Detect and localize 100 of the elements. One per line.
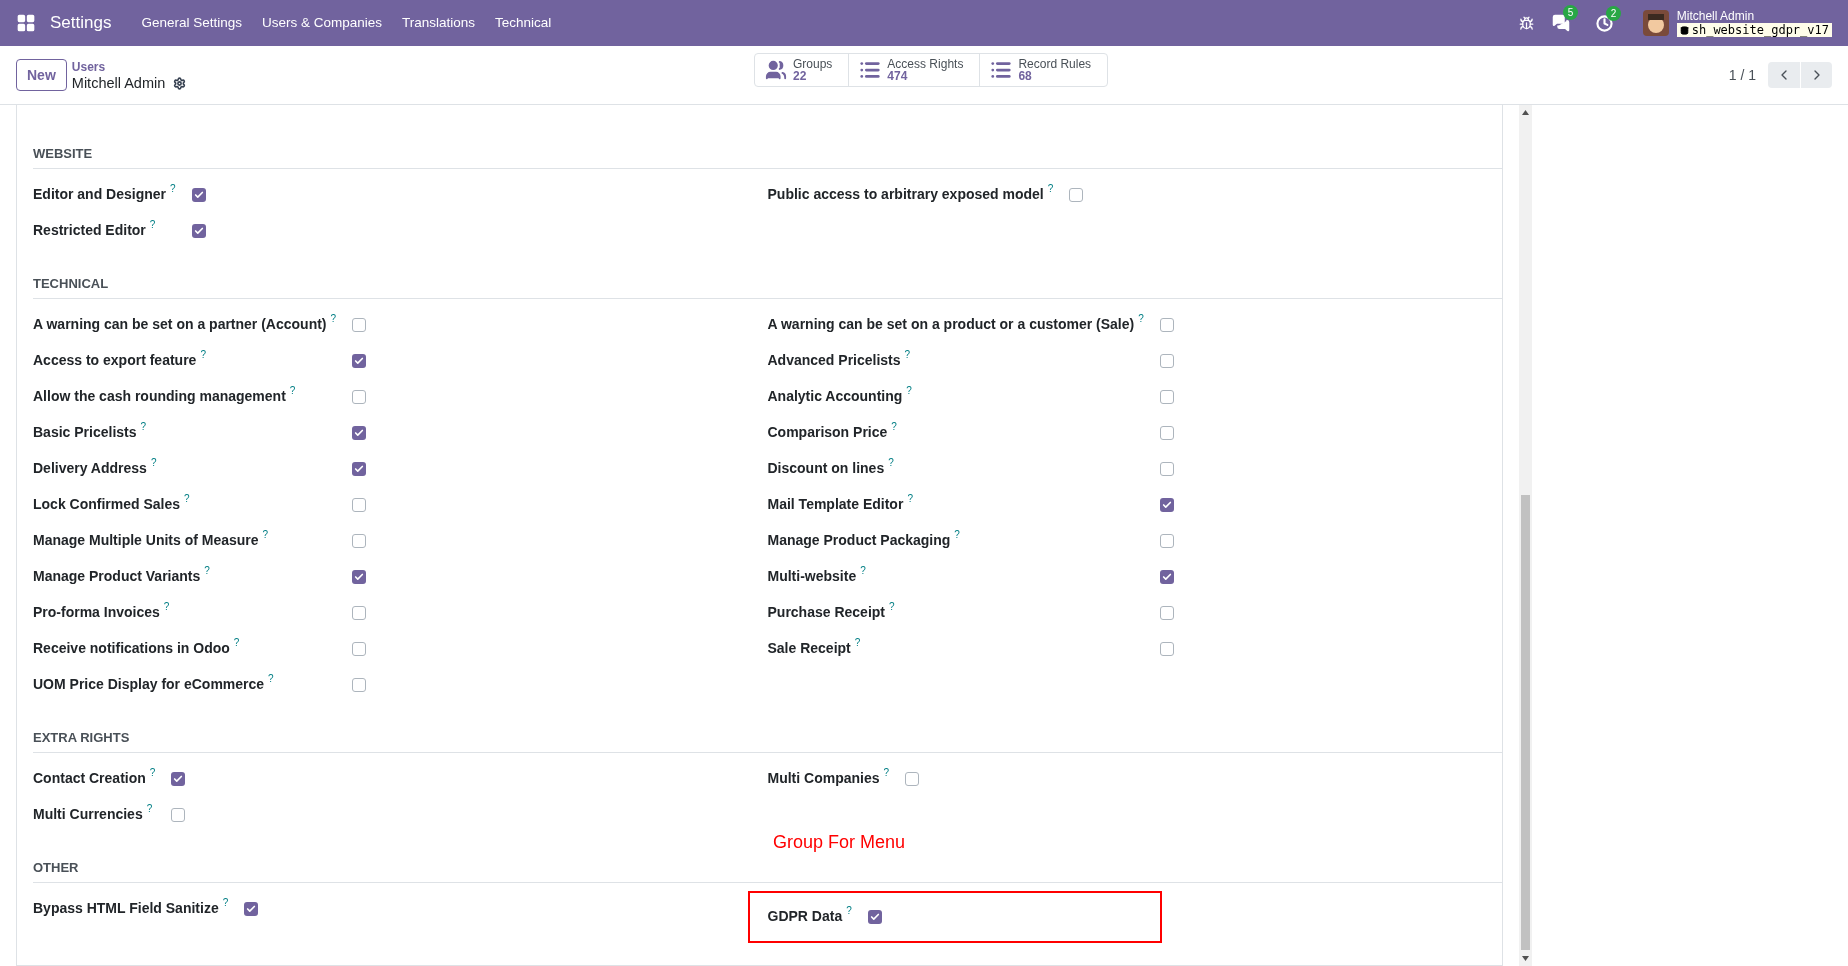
field-label: Sale Receipt xyxy=(767,639,851,658)
help-tooltip[interactable]: ? xyxy=(222,895,229,910)
previous-button[interactable] xyxy=(1768,62,1800,88)
checkbox[interactable] xyxy=(352,462,367,476)
checkbox[interactable] xyxy=(191,188,206,202)
help-tooltip[interactable]: ? xyxy=(184,491,190,506)
menu-item[interactable]: Users & Companies xyxy=(252,0,393,46)
pager-value[interactable]: 1 / 1 xyxy=(1728,64,1756,86)
help-tooltip[interactable]: ? xyxy=(262,527,269,542)
checkbox[interactable] xyxy=(191,224,206,238)
breadcrumb-link[interactable]: Users xyxy=(71,59,187,75)
checkbox[interactable] xyxy=(244,902,259,916)
field-label: Editor and Designer xyxy=(33,185,167,204)
scrollbar[interactable] xyxy=(1519,105,1532,966)
notification-badge: 2 xyxy=(1605,5,1622,21)
smart-button[interactable]: Groups 22 xyxy=(755,54,849,86)
section-title: WEBSITE xyxy=(33,146,93,161)
app-title[interactable]: Settings xyxy=(50,10,112,36)
checkbox[interactable] xyxy=(1159,498,1174,512)
help-tooltip[interactable]: ? xyxy=(146,801,153,816)
checkbox[interactable] xyxy=(1159,354,1174,368)
field-label: A warning can be set on a product or a customer (Sale) xyxy=(767,315,1135,334)
checkbox[interactable] xyxy=(1069,188,1084,202)
checkbox[interactable] xyxy=(905,772,920,786)
checkbox[interactable] xyxy=(352,570,367,584)
field-label: Analytic Accounting xyxy=(767,387,903,406)
field-label: Manage Product Packaging xyxy=(767,531,951,550)
next-button[interactable] xyxy=(1800,62,1832,88)
checkbox[interactable] xyxy=(352,354,367,368)
checkbox[interactable] xyxy=(352,498,367,512)
help-tooltip[interactable]: ? xyxy=(846,903,852,918)
help-tooltip[interactable]: ? xyxy=(1047,181,1054,196)
checkbox[interactable] xyxy=(352,642,367,656)
help-tooltip[interactable]: ? xyxy=(907,491,913,506)
help-tooltip[interactable]: ? xyxy=(200,347,206,362)
smart-button[interactable]: Record Rules 68 xyxy=(979,54,1108,86)
help-tooltip[interactable]: ? xyxy=(140,419,147,434)
help-tooltip[interactable]: ? xyxy=(888,455,894,470)
field-label: Manage Multiple Units of Measure xyxy=(33,531,259,550)
checkbox[interactable] xyxy=(1159,570,1174,584)
help-tooltip[interactable]: ? xyxy=(268,671,274,686)
new-button[interactable]: New xyxy=(16,59,67,91)
help-tooltip[interactable]: ? xyxy=(954,527,960,542)
help-tooltip[interactable]: ? xyxy=(233,635,240,650)
help-tooltip[interactable]: ? xyxy=(889,599,895,614)
annotation-text: Group For Menu xyxy=(773,831,906,854)
help-tooltip[interactable]: ? xyxy=(163,599,170,614)
help-tooltip[interactable]: ? xyxy=(1138,311,1144,326)
checkbox[interactable] xyxy=(171,808,186,822)
field-label: Access to export feature xyxy=(33,351,197,370)
menu-item[interactable]: General Settings xyxy=(131,0,252,46)
notification-badge: 5 xyxy=(1562,5,1579,20)
checkbox[interactable] xyxy=(867,910,882,924)
checkbox[interactable] xyxy=(352,678,367,692)
help-tooltip[interactable]: ? xyxy=(330,311,337,326)
apps-menu-icon[interactable] xyxy=(16,13,36,33)
checkbox[interactable] xyxy=(352,390,367,404)
help-tooltip[interactable]: ? xyxy=(170,181,176,196)
help-tooltip[interactable]: ? xyxy=(891,419,897,434)
user-avatar[interactable] xyxy=(1642,10,1669,36)
checkbox[interactable] xyxy=(171,772,186,786)
help-tooltip[interactable]: ? xyxy=(150,455,157,470)
debug-icon[interactable] xyxy=(1518,15,1534,31)
activity-icon[interactable] xyxy=(1595,14,1613,32)
help-tooltip[interactable]: ? xyxy=(149,217,156,232)
help-tooltip[interactable]: ? xyxy=(204,563,210,578)
menu-item[interactable]: Translations xyxy=(392,0,486,46)
field-label: Contact Creation xyxy=(33,769,146,788)
checkbox[interactable] xyxy=(1159,642,1174,656)
settings-icon[interactable] xyxy=(173,76,187,90)
checkbox[interactable] xyxy=(352,318,367,332)
checkbox[interactable] xyxy=(352,606,367,620)
section-title: TECHNICAL xyxy=(33,276,109,291)
checkbox[interactable] xyxy=(1159,606,1174,620)
user-name[interactable]: Mitchell Admin xyxy=(1676,9,1832,23)
help-tooltip[interactable]: ? xyxy=(860,563,866,578)
field-label: Purchase Receipt xyxy=(767,603,885,622)
list-icon xyxy=(990,59,1013,81)
smart-button[interactable]: Access Rights 474 xyxy=(848,54,980,86)
help-tooltip[interactable]: ? xyxy=(289,383,296,398)
checkbox[interactable] xyxy=(1159,534,1174,548)
field-label: Basic Pricelists xyxy=(33,423,137,442)
help-tooltip[interactable]: ? xyxy=(149,765,156,780)
checkbox[interactable] xyxy=(1159,390,1174,404)
help-tooltip[interactable]: ? xyxy=(883,765,890,780)
field-label: Public access to arbitrary exposed model xyxy=(767,185,1044,204)
field-label: Allow the cash rounding management xyxy=(33,387,286,406)
checkbox[interactable] xyxy=(1159,426,1174,440)
help-tooltip[interactable]: ? xyxy=(904,347,911,362)
record-name: Mitchell Admin xyxy=(71,75,166,91)
checkbox[interactable] xyxy=(1159,462,1174,476)
database-badge: sh_website_gdpr_v17 xyxy=(1676,23,1832,37)
checkbox[interactable] xyxy=(1159,318,1174,332)
help-tooltip[interactable]: ? xyxy=(854,635,861,650)
users-icon xyxy=(765,59,787,81)
menu-item[interactable]: Technical xyxy=(485,0,562,46)
checkbox[interactable] xyxy=(352,426,367,440)
checkbox[interactable] xyxy=(352,534,367,548)
help-tooltip[interactable]: ? xyxy=(906,383,912,398)
messages-icon[interactable] xyxy=(1551,14,1570,32)
